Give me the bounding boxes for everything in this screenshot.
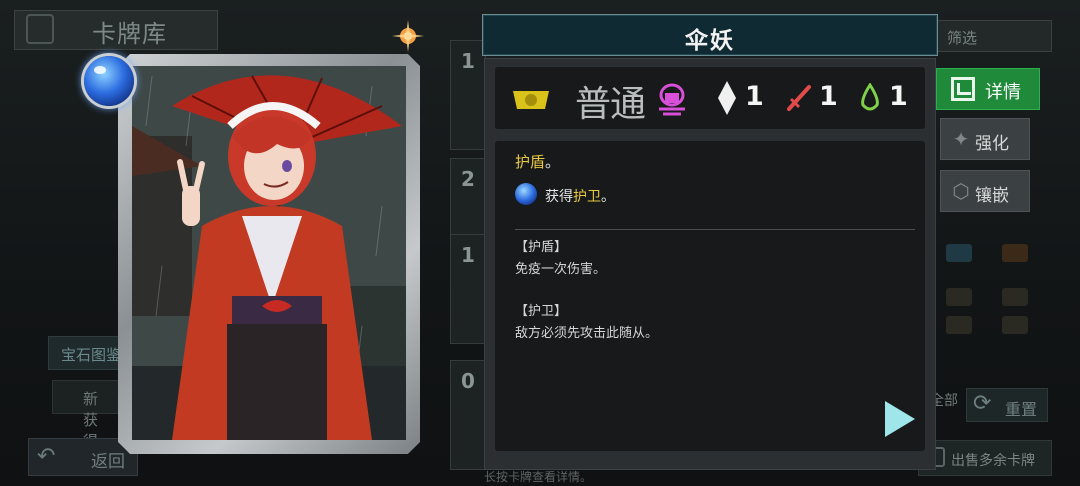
filter-slot-icon[interactable] [946,288,972,306]
inlay-gem-icon: ⬡ [952,179,970,203]
card-title-bar: 伞妖 [482,14,938,56]
reset-label: 重置 [1005,400,1038,419]
filter-slot-icon[interactable] [946,316,972,334]
keyword-title: 【护盾】 [515,240,568,255]
gain-suffix: 。 [601,189,615,205]
upgrade-button[interactable]: ✦ 强化 [940,118,1030,160]
filter-button[interactable]: 筛选 [936,20,1052,52]
keyword-explanation-guard: 【护卫】 敌方必须先攻击此随从。 [515,301,658,345]
umbrella-girl-illustration [132,66,406,440]
effect-period: 。 [545,153,561,171]
reset-button[interactable]: ⟳ 重置 [966,388,1048,422]
filter-icon-grid [940,200,1050,350]
sparkle-star-icon [392,20,424,52]
rarity-label: 普通 [575,84,646,125]
inlay-button[interactable]: ⬡ 镶嵌 [940,170,1030,212]
upgrade-icon: ✦ [952,127,970,151]
detail-button[interactable]: 详情 [936,68,1040,110]
card-stats-row: 普通 1 1 1 [495,67,925,129]
sword-attack-icon [787,85,811,111]
gem-orb-icon[interactable] [84,56,134,106]
inlay-label: 镶嵌 [975,186,1009,206]
health-value: 1 [889,81,908,112]
card-count: 0 [461,369,475,393]
back-label: 返回 [91,452,125,472]
sell-label: 出售多余卡牌 [951,453,1035,469]
class-faction-icon [659,83,685,116]
library-card[interactable]: 0 [450,360,486,470]
keyword-text: 敌方必须先攻击此随从。 [515,326,659,341]
shield-keyword: 护盾 [515,153,546,171]
card-detail-panel: 普通 1 1 1 护盾。 获得护卫。 【护盾】 免疫一次伤害。 【护卫】 敌方必… [484,58,936,470]
filter-slot-icon[interactable] [1002,316,1028,334]
filter-slot-icon[interactable] [946,244,972,262]
refresh-icon: ⟳ [973,391,992,416]
library-card[interactable]: 1 [450,40,486,150]
card-artwork [132,66,406,440]
effect-line-shield: 护盾。 [515,151,560,172]
keyword-text: 免疫一次伤害。 [515,262,607,277]
library-title: 卡牌库 [92,20,167,48]
gem-effect-icon [515,183,537,205]
rarity-gem-icon [513,91,549,109]
library-card[interactable]: 1 [450,234,486,344]
detail-icon [951,77,975,101]
guard-keyword: 护卫 [573,189,601,205]
filter-slot-icon[interactable] [1002,244,1028,262]
sell-extra-button[interactable]: 出售多余卡牌 [918,440,1052,476]
gain-prefix: 获得 [545,189,573,205]
card-count: 1 [461,49,475,73]
crystal-cost-value: 1 [745,81,764,112]
keyword-explanation-shield: 【护盾】 免疫一次伤害。 [515,237,606,281]
card-name: 伞妖 [685,28,735,54]
drop-health-icon [861,83,879,111]
effect-line-guard: 获得护卫。 [545,186,615,206]
next-arrow-icon[interactable] [881,399,917,439]
detail-label: 详情 [985,82,1021,103]
filter-slot-icon[interactable] [1002,288,1028,306]
card-frame [118,54,420,454]
card-description: 护盾。 获得护卫。 【护盾】 免疫一次伤害。 【护卫】 敌方必须先攻击此随从。 [495,141,925,451]
crystal-cost-icon [718,81,736,115]
attack-value: 1 [819,81,838,112]
card-count: 2 [461,167,475,191]
back-arrow-icon: ↶ [37,444,56,469]
keyword-title: 【护卫】 [515,304,568,319]
hint-text: 长按卡牌查看详情。 [484,470,593,484]
library-logo-icon [26,14,54,44]
card-count: 1 [461,243,475,267]
upgrade-label: 强化 [975,134,1009,154]
divider [515,229,915,230]
